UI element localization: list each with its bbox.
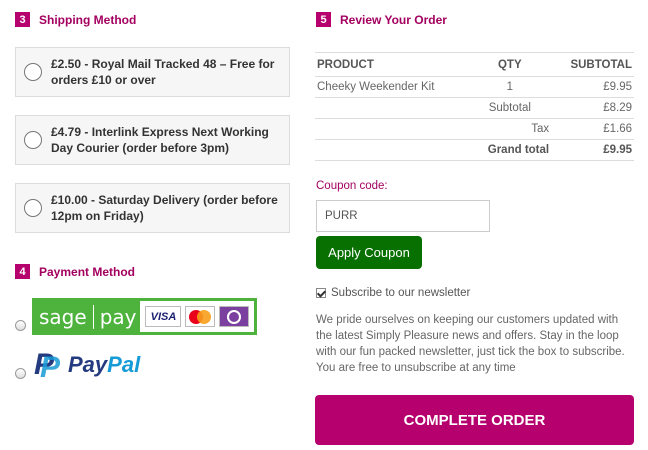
- step-number-badge: 3: [15, 12, 30, 27]
- section-title: Review Your Order: [340, 12, 447, 27]
- radio-button[interactable]: [24, 131, 42, 149]
- order-review-table: PRODUCT QTY SUBTOTAL Cheeky Weekender Ki…: [315, 52, 634, 161]
- shipping-option-royal-mail[interactable]: £2.50 - Royal Mail Tracked 48 – Free for…: [15, 47, 290, 97]
- review-order-header: 5 Review Your Order: [316, 12, 447, 27]
- column-header-qty: QTY: [468, 52, 552, 77]
- subtotal-label: Subtotal: [468, 97, 552, 119]
- tax-label: Tax: [468, 118, 552, 140]
- shipping-option-label: £10.00 - Saturday Delivery (order before…: [51, 193, 278, 223]
- payment-method-header: 4 Payment Method: [15, 264, 135, 279]
- complete-order-button[interactable]: COMPLETE ORDER: [315, 395, 634, 445]
- column-header-subtotal: SUBTOTAL: [551, 52, 634, 77]
- section-title: Payment Method: [39, 264, 136, 279]
- subtotal-value: £8.29: [551, 97, 634, 119]
- tax-value: £1.66: [551, 118, 634, 140]
- paypal-icon: P P: [34, 348, 61, 384]
- step-number-badge: 5: [316, 12, 331, 27]
- radio-button[interactable]: [24, 63, 42, 81]
- subtotal-row: Subtotal £8.29: [315, 97, 634, 119]
- shipping-option-saturday[interactable]: £10.00 - Saturday Delivery (order before…: [15, 183, 290, 233]
- mastercard-icon: [185, 306, 216, 327]
- table-row: Cheeky Weekender Kit 1 £9.95: [315, 76, 634, 98]
- visa-card-icon: VISA: [145, 306, 182, 327]
- product-qty: 1: [468, 76, 552, 98]
- radio-button[interactable]: [24, 199, 42, 217]
- apply-coupon-button[interactable]: Apply Coupon: [316, 236, 422, 269]
- column-header-product: PRODUCT: [315, 52, 469, 77]
- product-name: Cheeky Weekender Kit: [315, 76, 469, 98]
- newsletter-label: Subscribe to our newsletter: [331, 287, 471, 299]
- newsletter-description: We pride ourselves on keeping our custom…: [316, 314, 625, 374]
- sagepay-wordmark: sage pay: [35, 301, 141, 332]
- step-number-badge: 4: [15, 264, 30, 279]
- tax-row: Tax £1.66: [315, 118, 634, 140]
- sagepay-logo[interactable]: sage pay VISA: [32, 298, 257, 335]
- paypal-radio[interactable]: [15, 368, 26, 379]
- product-subtotal: £9.95: [551, 76, 634, 98]
- newsletter-option[interactable]: Subscribe to our newsletter: [316, 287, 470, 299]
- coupon-label: Coupon code:: [316, 180, 388, 192]
- paypal-logo[interactable]: P P PayPal: [34, 348, 141, 384]
- section-title: Shipping Method: [39, 12, 137, 27]
- coupon-input[interactable]: [316, 200, 490, 232]
- grand-total-row: Grand total £9.95: [315, 139, 634, 161]
- shipping-option-label: £4.79 - Interlink Express Next Working D…: [51, 125, 269, 155]
- shipping-option-label: £2.50 - Royal Mail Tracked 48 – Free for…: [51, 57, 275, 87]
- sagepay-radio[interactable]: [15, 320, 26, 331]
- shipping-method-header: 3 Shipping Method: [15, 12, 136, 27]
- grand-total-label: Grand total: [468, 139, 552, 161]
- table-header-row: PRODUCT QTY SUBTOTAL: [315, 52, 634, 77]
- grand-total-value: £9.95: [551, 139, 634, 161]
- newsletter-checkbox[interactable]: [316, 288, 326, 298]
- maestro-icon: [219, 306, 250, 327]
- paypal-wordmark: PayPal: [68, 352, 141, 377]
- shipping-option-interlink[interactable]: £4.79 - Interlink Express Next Working D…: [15, 115, 290, 165]
